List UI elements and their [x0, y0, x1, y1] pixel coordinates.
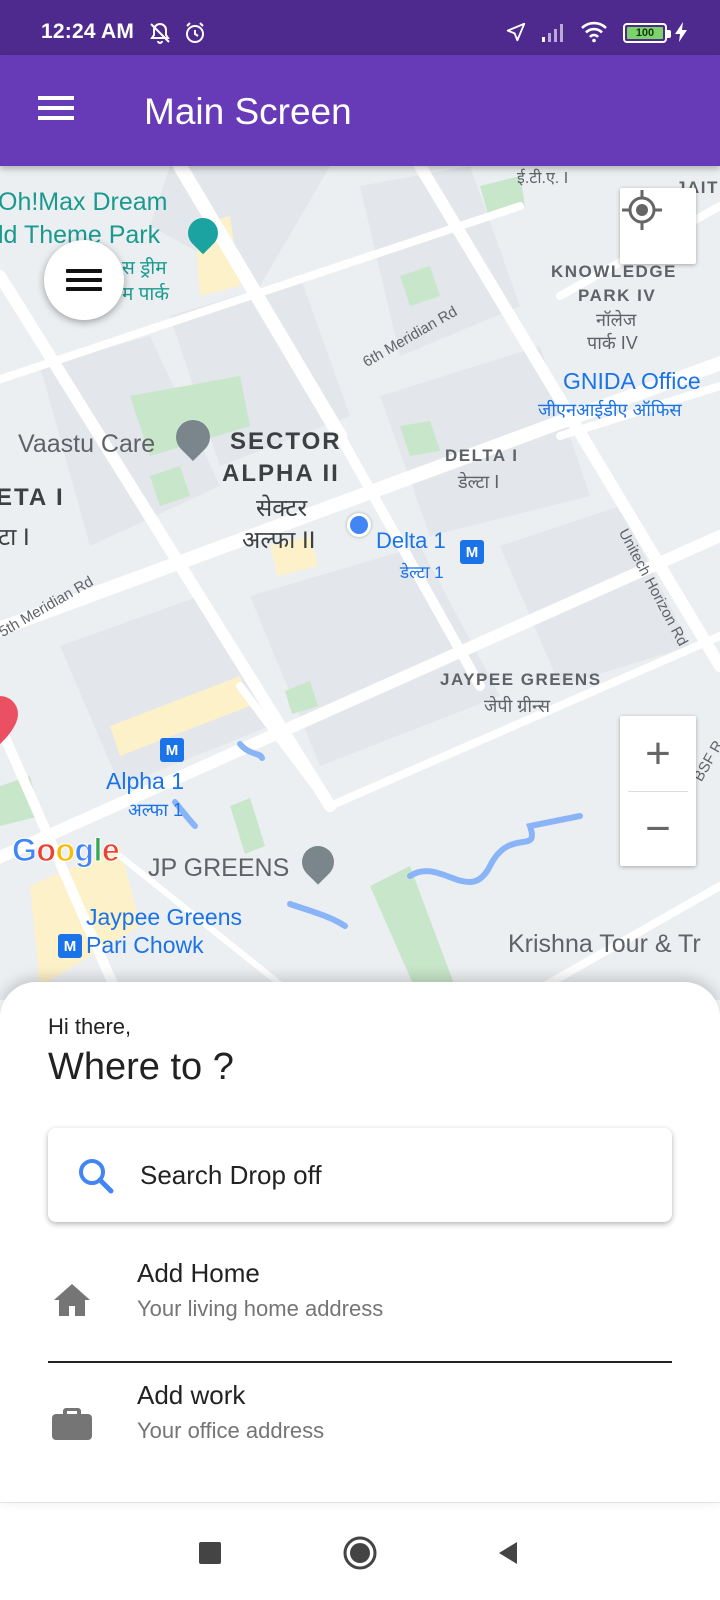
- map-label: ETA I: [0, 484, 65, 511]
- zoom-out-button[interactable]: −: [620, 791, 696, 866]
- map-label: SECTOR: [230, 428, 342, 455]
- page-title: Main Screen: [144, 91, 352, 132]
- map-label: JP GREENS: [148, 854, 290, 882]
- map-label: अल्फा 1: [128, 800, 184, 820]
- charging-icon: [675, 22, 687, 42]
- map-label: JAYPEE GREENS: [440, 670, 602, 689]
- place-title: Add Home: [137, 1258, 260, 1288]
- zoom-in-button[interactable]: +: [620, 716, 696, 791]
- briefcase-icon: [52, 1408, 92, 1440]
- signal-icon: [542, 24, 563, 42]
- map-label: डेल्टा 1: [400, 563, 444, 582]
- recents-button[interactable]: [190, 1533, 230, 1573]
- mute-bell-icon: [150, 22, 170, 44]
- add-home-item[interactable]: Add Home Your living home address: [48, 1240, 672, 1352]
- metro-icon[interactable]: M: [58, 934, 82, 958]
- map-label: Delta 1: [376, 528, 446, 553]
- status-time: 12:24 AM: [41, 20, 135, 43]
- map-label: Pari Chowk: [86, 932, 204, 958]
- map-label: टा I: [0, 524, 30, 551]
- back-button[interactable]: [488, 1533, 528, 1573]
- map-label: स ड्रीम: [122, 258, 167, 279]
- map-label: PARK IV: [578, 286, 657, 305]
- add-work-item[interactable]: Add work Your office address: [48, 1362, 672, 1474]
- crosshair-icon: [622, 190, 662, 230]
- map-label: जीएनआईडीए ऑफिस: [538, 400, 682, 420]
- map-label: ALPHA II: [222, 460, 340, 487]
- map-label: Vaastu Care: [18, 430, 156, 458]
- place-subtitle: Your office address: [137, 1418, 325, 1443]
- location-arrow-icon: [506, 22, 526, 42]
- bottom-sheet: Hi there, Where to ? Search Drop off Add…: [0, 982, 720, 1502]
- map-label: Oh!Max Dream: [0, 188, 168, 216]
- current-location-dot: [347, 513, 371, 537]
- place-subtitle: Your living home address: [137, 1296, 384, 1321]
- battery-level: 100: [627, 27, 663, 39]
- map-label: KNOWLEDGE: [551, 262, 677, 281]
- map-label: Krishna Tour & Tr: [508, 930, 701, 958]
- google-logo: Google: [11, 832, 120, 869]
- map-label: Alpha 1: [106, 768, 185, 794]
- hamburger-menu-icon[interactable]: [30, 87, 76, 133]
- map-label: Jaypee Greens: [86, 904, 242, 930]
- map-label: GNIDA Office: [563, 368, 701, 394]
- system-nav-bar: [0, 1502, 720, 1600]
- battery-icon: 100: [623, 23, 671, 43]
- map-label: सेक्टर: [256, 495, 308, 522]
- map-label: पार्क IV: [587, 333, 638, 353]
- greeting-text: Hi there,: [48, 1014, 132, 1039]
- search-placeholder: Search Drop off: [140, 1160, 322, 1190]
- map-label: नॉलेज: [596, 310, 637, 330]
- map-label: DELTA I: [445, 446, 519, 465]
- metro-icon[interactable]: M: [460, 540, 484, 564]
- search-drop-off-field[interactable]: Search Drop off: [48, 1128, 672, 1222]
- wifi-icon: [581, 21, 607, 43]
- map-label: डेल्टा I: [458, 472, 500, 492]
- map-label: ई.टी.ए. I: [517, 170, 569, 187]
- map-label: म पार्क: [122, 284, 169, 305]
- triangle-back-icon: [499, 1542, 517, 1564]
- map-label: जेपी ग्रीन्स: [484, 696, 551, 716]
- status-bar: 12:24 AM 100: [0, 0, 720, 55]
- my-location-button[interactable]: [620, 188, 696, 264]
- metro-icon[interactable]: M: [160, 738, 184, 762]
- alarm-icon: [186, 22, 204, 43]
- search-icon: [79, 1159, 114, 1194]
- drawer-menu-button[interactable]: [44, 240, 124, 320]
- zoom-controls: + −: [620, 716, 696, 866]
- square-icon: [199, 1542, 221, 1564]
- home-icon: [54, 1284, 90, 1316]
- circle-icon: [343, 1536, 377, 1570]
- app-bar: Main Screen: [0, 55, 720, 166]
- sheet-heading: Where to ?: [48, 1046, 234, 1088]
- home-button[interactable]: [340, 1533, 380, 1573]
- map-view[interactable]: Oh!Max Dream ld Theme Park स ड्रीम म पार…: [0, 166, 720, 1000]
- map-label: अल्फा II: [242, 527, 316, 554]
- place-title: Add work: [137, 1380, 246, 1410]
